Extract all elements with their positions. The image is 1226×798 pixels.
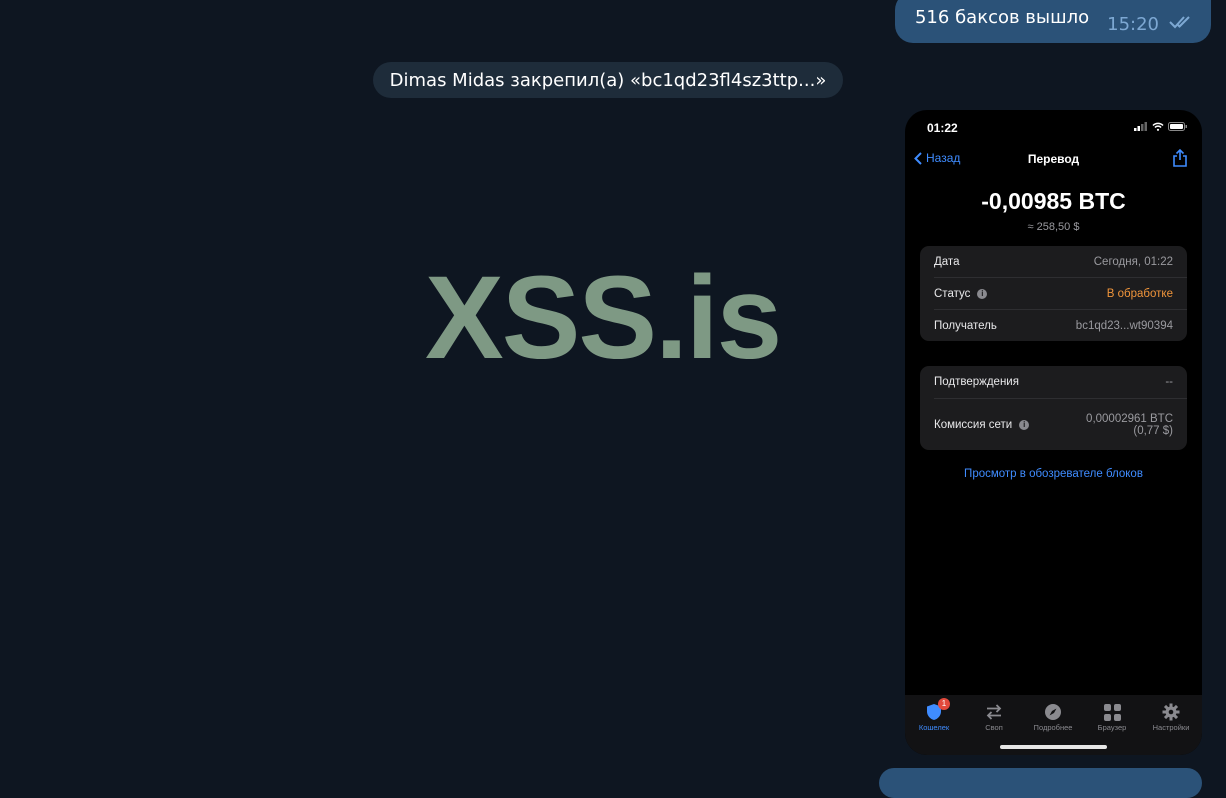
detail-row-confirmations: Подтверждения -- bbox=[920, 366, 1187, 398]
detail-row-recipient: Получатель bc1qd23...wt90394 bbox=[920, 310, 1187, 341]
home-indicator bbox=[1000, 745, 1107, 749]
message-time: 15:20 bbox=[1107, 14, 1159, 35]
fee-btc: 0,00002961 BTC bbox=[1086, 412, 1173, 425]
watermark-logo: XSS.is bbox=[425, 252, 782, 384]
info-icon[interactable]: i bbox=[1019, 419, 1030, 430]
tab-label: Браузер bbox=[1097, 723, 1127, 732]
status-value: В обработке bbox=[1106, 287, 1173, 300]
phone-status-bar: 01:22 bbox=[905, 110, 1202, 146]
swap-icon bbox=[986, 704, 1002, 720]
detail-value: Сегодня, 01:22 bbox=[1093, 255, 1173, 268]
info-icon[interactable]: i bbox=[977, 288, 988, 299]
tab-label: Подробнее bbox=[1033, 723, 1073, 732]
pinned-service-message[interactable]: Dimas Midas закрепил(а) «bc1qd23fl4sz3tt… bbox=[373, 62, 843, 98]
tab-label: Настройки bbox=[1152, 723, 1190, 732]
detail-label: Подтверждения bbox=[934, 376, 1019, 388]
grid-icon bbox=[1103, 703, 1121, 721]
notification-badge: 1 bbox=[938, 698, 950, 710]
network-card: Подтверждения -- Комиссия сети i 0,00002… bbox=[920, 366, 1187, 450]
tab-settings[interactable]: Настройки bbox=[1146, 701, 1196, 732]
compass-icon bbox=[1045, 704, 1061, 720]
screen-title: Перевод bbox=[1027, 152, 1080, 166]
detail-value: -- bbox=[1165, 376, 1173, 388]
share-icon[interactable] bbox=[1172, 148, 1188, 172]
chat-area: 516 баксов вышло 15:20 Dimas Midas закре… bbox=[0, 0, 1226, 798]
phone-nav-bar: Назад Перевод bbox=[905, 148, 1202, 172]
details-card: Дата Сегодня, 01:22 Статус i В обработке… bbox=[920, 246, 1187, 341]
detail-row-status: Статус i В обработке bbox=[920, 278, 1187, 309]
tab-label: Кошелек bbox=[918, 723, 950, 732]
next-message-bubble[interactable] bbox=[879, 768, 1202, 798]
photo-message[interactable]: 01:22 Назад Перевод -0,00985 BTC ≈ 258,5… bbox=[905, 110, 1202, 755]
service-message-text: Dimas Midas закрепил(а) «bc1qd23fl4sz3tt… bbox=[389, 69, 827, 91]
recipient-address[interactable]: bc1qd23...wt90394 bbox=[1076, 320, 1173, 332]
tab-label: Своп bbox=[985, 723, 1003, 732]
phone-tab-bar: 1 Кошелек Своп Подробнее Браузер Настрой… bbox=[905, 695, 1202, 755]
detail-label: Статус bbox=[934, 287, 971, 300]
double-check-icon bbox=[1169, 14, 1195, 37]
tab-swap[interactable]: Своп bbox=[969, 701, 1019, 732]
detail-label-status: Статус i bbox=[934, 287, 988, 300]
signal-icon bbox=[1134, 122, 1147, 131]
detail-label: Комиссия сети bbox=[934, 418, 1013, 431]
tab-discover[interactable]: Подробнее bbox=[1028, 701, 1078, 732]
block-explorer-link[interactable]: Просмотр в обозревателе блоков bbox=[905, 468, 1202, 480]
transaction-amount: -0,00985 BTC bbox=[981, 188, 1126, 214]
detail-row-date: Дата Сегодня, 01:22 bbox=[920, 246, 1187, 277]
detail-label: Дата bbox=[934, 255, 960, 268]
wifi-icon bbox=[1152, 122, 1164, 131]
gear-icon bbox=[1162, 703, 1180, 721]
battery-icon bbox=[1168, 122, 1187, 131]
detail-row-fee: Комиссия сети i 0,00002961 BTC (0,77 $) bbox=[920, 399, 1187, 450]
outgoing-message[interactable]: 516 баксов вышло 15:20 bbox=[894, 0, 1211, 43]
detail-label: Получатель bbox=[934, 319, 997, 332]
tab-wallet[interactable]: 1 Кошелек bbox=[909, 698, 959, 732]
transaction-amount-usd: ≈ 258,50 $ bbox=[1027, 221, 1080, 233]
message-text: 516 баксов вышло bbox=[914, 7, 1090, 28]
tab-browser[interactable]: Браузер bbox=[1087, 701, 1137, 732]
status-time: 01:22 bbox=[927, 121, 958, 135]
fee-usd: (0,77 $) bbox=[1133, 424, 1173, 437]
detail-label-fee: Комиссия сети i bbox=[934, 418, 1030, 431]
status-icons bbox=[1134, 122, 1188, 131]
fee-value: 0,00002961 BTC (0,77 $) bbox=[1086, 413, 1173, 437]
